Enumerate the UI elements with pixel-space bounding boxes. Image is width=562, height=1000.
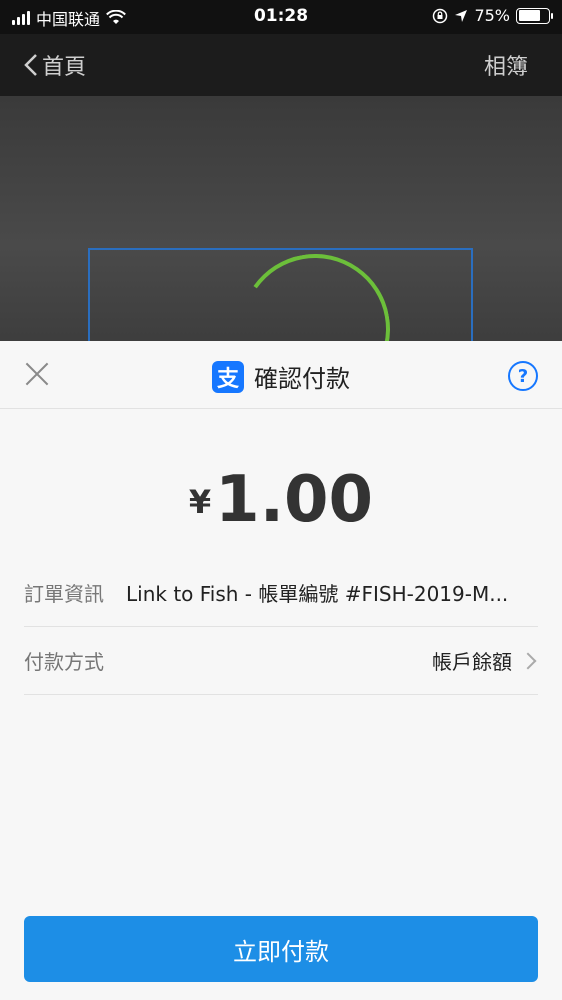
battery-icon xyxy=(516,7,553,24)
nav-bar: 首頁 相簿 xyxy=(0,34,562,96)
order-info-row: 訂單資訊 Link to Fish - 帳單編號 #FISH-2019-M... xyxy=(24,559,538,627)
payment-amount: ¥1.00 xyxy=(0,463,562,537)
camera-view xyxy=(0,96,562,345)
location-icon xyxy=(455,9,468,22)
battery-label: 75% xyxy=(474,6,510,25)
payment-sheet: 支 確認付款 ? ¥1.00 訂單資訊 Link to Fish - 帳單編號 … xyxy=(0,341,562,1000)
lock-rotation-icon xyxy=(433,8,448,23)
currency-symbol: ¥ xyxy=(188,483,212,521)
payment-method-label: 付款方式 xyxy=(24,650,104,674)
alipay-logo-icon: 支 xyxy=(212,360,244,393)
back-button[interactable]: 首頁 xyxy=(24,49,86,81)
background-camera-area: 中国联通 01:28 75% 首頁 相簿 xyxy=(0,0,562,345)
pay-now-button[interactable]: 立即付款 xyxy=(24,916,538,982)
help-icon[interactable]: ? xyxy=(508,361,538,391)
battery-fill xyxy=(518,10,541,21)
title-wrap: 支 確認付款 xyxy=(0,359,562,394)
back-chevron-icon xyxy=(24,54,37,76)
amount-value: 1.00 xyxy=(215,463,374,537)
order-info-label: 訂單資訊 xyxy=(24,582,104,606)
sheet-header: 支 確認付款 ? xyxy=(0,341,562,409)
status-bar: 中国联通 01:28 75% xyxy=(0,0,562,34)
payment-method-row[interactable]: 付款方式 帳戶餘額 xyxy=(24,627,538,695)
chevron-right-icon xyxy=(519,652,537,669)
payment-method-selector[interactable]: 帳戶餘額 xyxy=(432,646,538,675)
back-label: 首頁 xyxy=(42,55,87,80)
sheet-title: 確認付款 xyxy=(254,365,350,393)
album-button[interactable]: 相簿 xyxy=(484,49,528,81)
order-info-value: Link to Fish - 帳單編號 #FISH-2019-M... xyxy=(126,582,509,606)
status-right: 75% xyxy=(432,6,553,25)
payment-method-value: 帳戶餘額 xyxy=(432,650,512,674)
